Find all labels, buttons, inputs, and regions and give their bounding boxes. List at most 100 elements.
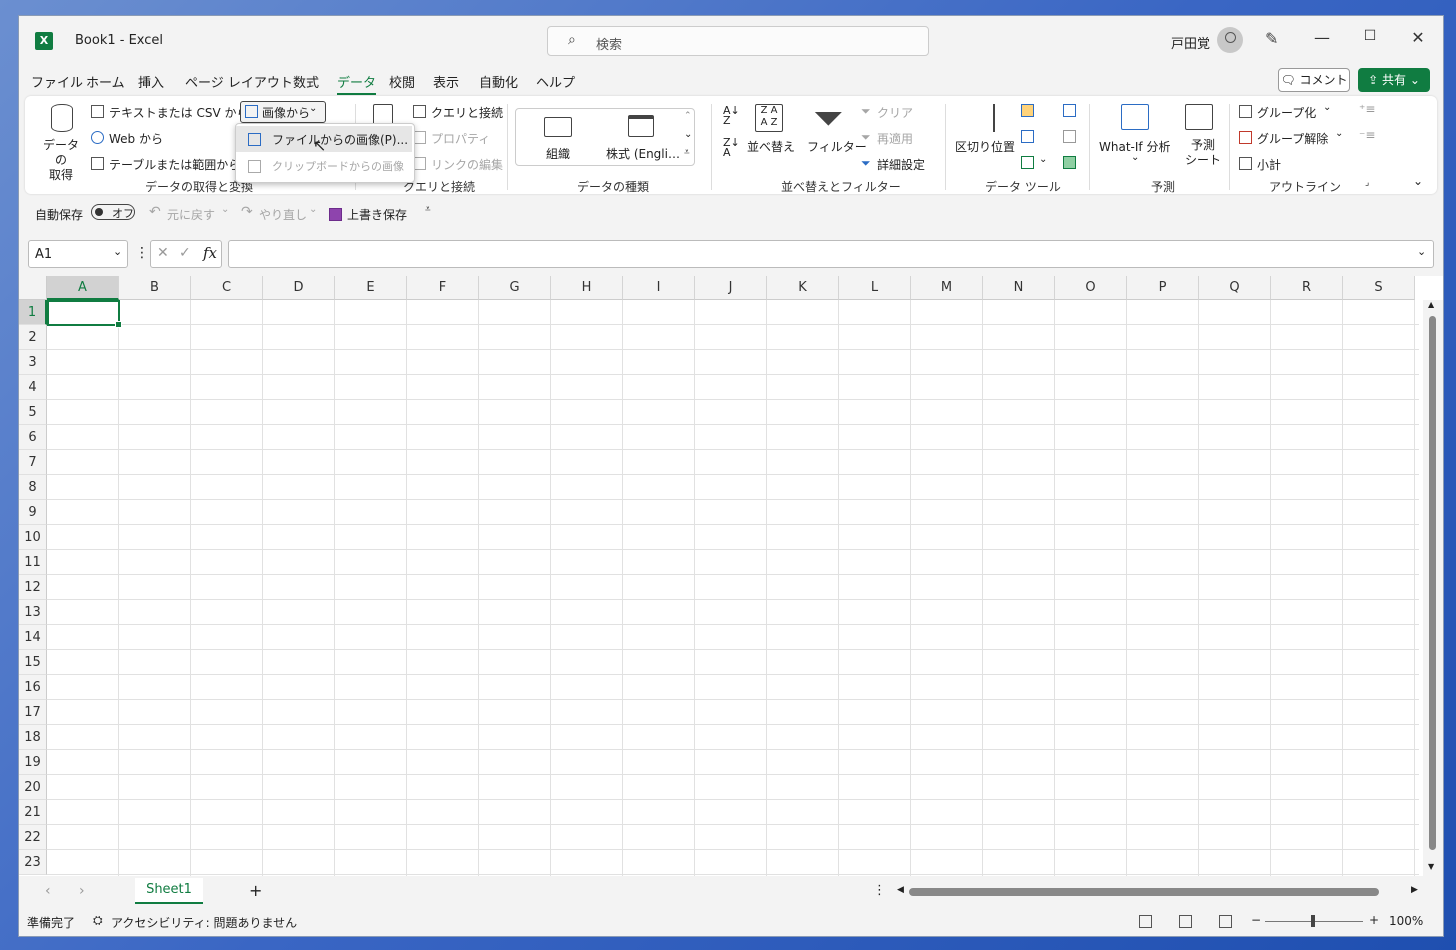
from-web-button[interactable]: Web から xyxy=(109,130,163,147)
row-header[interactable]: 2 xyxy=(19,325,47,350)
column-header[interactable]: E xyxy=(335,276,407,300)
row-header[interactable]: 1 xyxy=(19,300,47,325)
text-to-columns-button[interactable]: 区切り位置 xyxy=(955,138,1015,155)
row-header[interactable]: 19 xyxy=(19,750,47,775)
column-header[interactable]: S xyxy=(1343,276,1415,300)
row-header[interactable]: 11 xyxy=(19,550,47,575)
forecast-sheet-button[interactable]: 予測 シート xyxy=(1185,138,1221,168)
row-header[interactable]: 6 xyxy=(19,425,47,450)
advanced-button[interactable]: 詳細設定 xyxy=(877,156,925,173)
column-header[interactable]: A xyxy=(47,276,119,300)
maximize-button[interactable]: ☐ xyxy=(1355,28,1385,52)
undo-button[interactable]: 元に戻す xyxy=(167,206,215,223)
chevron-down-icon[interactable]: ⌄ xyxy=(684,129,692,140)
dialog-launcher-icon[interactable]: ⌟ xyxy=(1365,178,1369,188)
tab-formulas[interactable]: 数式 xyxy=(293,72,319,91)
hide-detail-icon[interactable]: ⁻≡ xyxy=(1359,128,1375,142)
tab-automate[interactable]: 自動化 xyxy=(479,72,518,91)
scroll-right-icon[interactable]: ▶ xyxy=(1411,885,1418,895)
zoom-slider-thumb[interactable] xyxy=(1311,915,1315,927)
sort-az-icon[interactable]: A↓ Z xyxy=(723,105,740,126)
scroll-down-icon[interactable]: ▼ xyxy=(1428,862,1434,871)
zoom-level[interactable]: 100% xyxy=(1389,914,1423,928)
column-header[interactable]: H xyxy=(551,276,623,300)
avatar[interactable] xyxy=(1217,27,1243,53)
column-header[interactable]: Q xyxy=(1199,276,1271,300)
scroll-left-icon[interactable]: ◀ xyxy=(897,885,904,895)
close-button[interactable]: ✕ xyxy=(1403,28,1433,52)
row-header[interactable]: 16 xyxy=(19,675,47,700)
column-header[interactable]: G xyxy=(479,276,551,300)
horizontal-scroll-thumb[interactable] xyxy=(909,888,1379,896)
sheet-tab[interactable]: Sheet1 xyxy=(135,878,203,904)
name-box[interactable]: A1 ⌄ xyxy=(28,240,128,268)
user-name[interactable]: 戸田覚 xyxy=(1171,33,1210,52)
row-header[interactable]: 20 xyxy=(19,775,47,800)
edit-links-button[interactable]: リンクの編集 xyxy=(431,156,503,173)
tab-help[interactable]: ヘルプ xyxy=(536,72,575,91)
data-type-org[interactable]: 組織 xyxy=(546,145,570,162)
column-header[interactable]: P xyxy=(1127,276,1199,300)
expand-formula-icon[interactable]: ⌄ xyxy=(1417,245,1426,258)
autosave-toggle[interactable]: オフ xyxy=(91,204,135,220)
row-header[interactable]: 17 xyxy=(19,700,47,725)
column-header[interactable]: D xyxy=(263,276,335,300)
more-options-icon[interactable]: ⋮ xyxy=(873,883,886,898)
group-button[interactable]: グループ化 xyxy=(1257,104,1316,121)
cells-area[interactable] xyxy=(47,300,1419,876)
add-sheet-icon[interactable]: + xyxy=(249,881,262,900)
page-layout-view-icon[interactable] xyxy=(1179,915,1192,928)
column-header[interactable]: C xyxy=(191,276,263,300)
column-header[interactable]: N xyxy=(983,276,1055,300)
share-button[interactable]: ⇪ 共有 ⌄ xyxy=(1358,68,1430,92)
page-break-view-icon[interactable] xyxy=(1219,915,1232,928)
scroll-up-icon[interactable]: ▲ xyxy=(1428,300,1434,309)
row-header[interactable]: 3 xyxy=(19,350,47,375)
column-header[interactable]: J xyxy=(695,276,767,300)
data-type-stocks[interactable]: 株式 (Engli… xyxy=(606,145,680,162)
ungroup-button[interactable]: グループ解除 xyxy=(1257,130,1328,147)
from-picture-button[interactable]: 画像から ⌄ xyxy=(240,101,326,123)
cancel-icon[interactable]: ✕ xyxy=(157,245,169,261)
row-header[interactable]: 12 xyxy=(19,575,47,600)
row-header[interactable]: 5 xyxy=(19,400,47,425)
search-box[interactable]: ⌕ 検索 xyxy=(547,26,929,56)
remove-duplicates-icon[interactable] xyxy=(1021,130,1034,143)
tab-insert[interactable]: 挿入 xyxy=(138,72,164,91)
row-header[interactable]: 23 xyxy=(19,850,47,875)
data-types-gallery[interactable]: 組織 株式 (Engli… ⌃ ⌄ ⩡ xyxy=(515,108,695,166)
clear-button[interactable]: クリア xyxy=(877,104,913,121)
column-header[interactable]: L xyxy=(839,276,911,300)
column-header[interactable]: M xyxy=(911,276,983,300)
row-header[interactable]: 9 xyxy=(19,500,47,525)
worksheet-grid[interactable]: ABCDEFGHIJKLMNOPQRS 1 2 3 4 5 6 7 8 9 10 11 12 13 14 1… xyxy=(19,276,1443,876)
data-validation-icon[interactable] xyxy=(1021,156,1034,169)
row-header[interactable]: 22 xyxy=(19,825,47,850)
next-sheet-icon[interactable]: › xyxy=(79,883,85,899)
row-header[interactable]: 8 xyxy=(19,475,47,500)
select-all-button[interactable] xyxy=(19,276,47,300)
consolidate-icon[interactable] xyxy=(1063,104,1076,117)
column-header[interactable]: R xyxy=(1271,276,1343,300)
normal-view-icon[interactable] xyxy=(1139,915,1152,928)
zoom-out-icon[interactable]: − xyxy=(1251,913,1261,927)
queries-connections-button[interactable]: クエリと接続 xyxy=(431,104,503,121)
show-detail-icon[interactable]: ⁺≡ xyxy=(1359,102,1375,116)
row-header[interactable]: 13 xyxy=(19,600,47,625)
column-header[interactable]: K xyxy=(767,276,839,300)
zoom-in-icon[interactable]: + xyxy=(1369,913,1379,927)
column-header[interactable]: F xyxy=(407,276,479,300)
tab-review[interactable]: 校閲 xyxy=(389,72,415,91)
comment-button[interactable]: 🗨 コメント xyxy=(1278,68,1350,92)
vertical-scroll-thumb[interactable] xyxy=(1429,316,1436,850)
subtotal-button[interactable]: 小計 xyxy=(1257,156,1281,173)
row-header[interactable]: 18 xyxy=(19,725,47,750)
redo-button[interactable]: やり直し xyxy=(259,206,307,223)
tab-home[interactable]: ホーム xyxy=(86,72,125,91)
row-header[interactable]: 4 xyxy=(19,375,47,400)
column-header[interactable]: B xyxy=(119,276,191,300)
enter-icon[interactable]: ✓ xyxy=(179,245,191,261)
customize-qat-icon[interactable]: ⩡ xyxy=(425,204,431,215)
row-header[interactable]: 15 xyxy=(19,650,47,675)
chevron-up-icon[interactable]: ⌃ xyxy=(684,111,692,121)
